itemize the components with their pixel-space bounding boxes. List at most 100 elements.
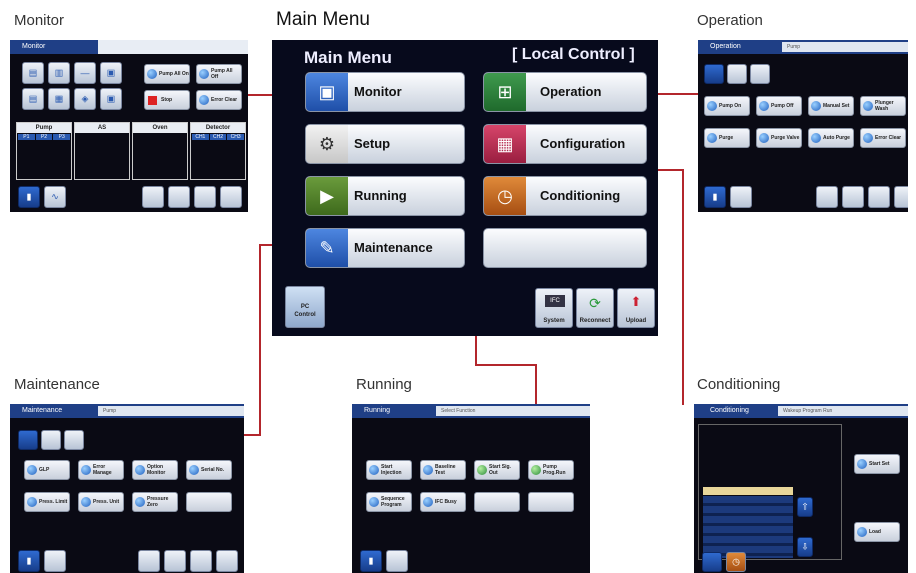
cond-clock-button[interactable]: ◷ xyxy=(726,552,746,572)
menu-button[interactable]: ▮ xyxy=(18,186,40,208)
running-button[interactable]: ▶ Running xyxy=(305,176,465,216)
mt-menu-button[interactable]: ▮ xyxy=(18,550,40,572)
error-clear-button[interactable]: Error Clear xyxy=(196,90,242,110)
baseline-test-button[interactable]: Baseline Test xyxy=(420,460,466,480)
op-device-1[interactable] xyxy=(704,64,724,84)
pump-tab-p3[interactable]: P3 xyxy=(53,134,71,140)
op-device-2[interactable] xyxy=(727,64,747,84)
press-limit-button[interactable]: Press. Limit xyxy=(24,492,70,512)
start-sig-out-button[interactable]: Start Sig. Out xyxy=(474,460,520,480)
conditioning-button[interactable]: ◷ Conditioning xyxy=(483,176,647,216)
pump-on-button[interactable]: Pump On xyxy=(704,96,750,116)
start-injection-button[interactable]: Start Injection xyxy=(366,460,412,480)
maintenance-tab-pump[interactable]: Pump xyxy=(98,406,244,416)
mt-empty-button[interactable] xyxy=(186,492,232,512)
monitor-icon-2[interactable]: ▥ xyxy=(48,62,70,84)
conditioning-title-bar: Conditioning Wakeup Program Run xyxy=(694,404,908,418)
mt-bottom-1[interactable] xyxy=(138,550,160,572)
pump-prog-run-button[interactable]: Pump Prog.Run xyxy=(528,460,574,480)
run-menu-button[interactable]: ▮ xyxy=(360,550,382,572)
pump-tab-p2[interactable]: P2 xyxy=(35,134,53,140)
glp-button[interactable]: GLP xyxy=(24,460,70,480)
monitor-icon-1[interactable]: ▤ xyxy=(22,62,44,84)
pump-off-button[interactable]: Pump Off xyxy=(756,96,802,116)
start-sig-out-icon xyxy=(477,465,487,475)
op-shortcut-1[interactable] xyxy=(142,186,164,208)
configuration-button[interactable]: ▦ Configuration xyxy=(483,124,647,164)
setup-button[interactable]: ⚙ Setup xyxy=(305,124,465,164)
op-error-clear-button[interactable]: Error Clear xyxy=(860,128,906,148)
upload-button[interactable]: ⬆ Upload xyxy=(617,288,655,328)
empty-button[interactable] xyxy=(483,228,647,268)
cond-menu-button[interactable] xyxy=(702,552,722,572)
sequence-program-button[interactable]: Sequence Program xyxy=(366,492,412,512)
op-menu-button[interactable]: ▮ xyxy=(704,186,726,208)
mt-graph-button[interactable] xyxy=(44,550,66,572)
connector-maintenance-v xyxy=(259,244,261,436)
mt-device-2[interactable] xyxy=(41,430,61,450)
instrument-icon-2: ▤ xyxy=(28,93,38,104)
op-shortcut-4[interactable] xyxy=(220,186,242,208)
op-shortcut-2[interactable] xyxy=(168,186,190,208)
detector-tab-ch1[interactable]: CH1 xyxy=(192,134,209,140)
reconnect-button[interactable]: ⟳ Reconnect xyxy=(576,288,614,328)
mt-device-3[interactable] xyxy=(64,430,84,450)
mt-bottom-2[interactable] xyxy=(164,550,186,572)
detector-tab-ch3[interactable]: CH3 xyxy=(227,134,245,140)
mt-device-1[interactable] xyxy=(18,430,38,450)
mt-bottom-3[interactable] xyxy=(190,550,212,572)
monitor-icon-6[interactable]: ▦ xyxy=(48,88,70,110)
op-device-3[interactable] xyxy=(750,64,770,84)
run-graph-button[interactable] xyxy=(386,550,408,572)
maintenance-button[interactable]: ✎ Maintenance xyxy=(305,228,465,268)
op-bottom-2[interactable] xyxy=(842,186,864,208)
operation-button[interactable]: ⊞ Operation xyxy=(483,72,647,112)
auto-purge-button[interactable]: Auto Purge xyxy=(808,128,854,148)
running-tab-select-function[interactable]: Select Function xyxy=(436,406,590,416)
manual-set-button[interactable]: Manual Set xyxy=(808,96,854,116)
monitor-icon-3[interactable]: — xyxy=(74,62,96,84)
detector-tab-ch2[interactable]: CH2 xyxy=(209,134,227,140)
error-manage-button[interactable]: Error Manage xyxy=(78,460,124,480)
run-empty-button-2[interactable] xyxy=(528,492,574,512)
scroll-up-button[interactable]: ⇧ xyxy=(797,497,813,517)
purge-valve-button[interactable]: Purge Valve xyxy=(756,128,802,148)
monitor-icon-7[interactable]: ◈ xyxy=(74,88,96,110)
serial-no-button[interactable]: Serial No. xyxy=(186,460,232,480)
monitor-button[interactable]: ▣ Monitor xyxy=(305,72,465,112)
op-bottom-1[interactable] xyxy=(816,186,838,208)
run-empty-button-1[interactable] xyxy=(474,492,520,512)
operation-button-label: Operation xyxy=(540,84,602,99)
option-monitor-button[interactable]: Option Monitor xyxy=(132,460,178,480)
monitor-icon-4[interactable]: ▣ xyxy=(100,62,122,84)
arrow-down-icon: ⇩ xyxy=(801,541,809,552)
pump-status-box: Pump P1 P2 P3 xyxy=(16,122,72,180)
operation-screen: Operation Pump Pump On Pump Off Manual S… xyxy=(698,40,908,212)
plunger-wash-button[interactable]: Plunger Wash xyxy=(860,96,906,116)
graph-button[interactable]: ∿ xyxy=(44,186,66,208)
manual-set-label: Manual Set xyxy=(823,103,850,109)
system-button[interactable]: IFC System xyxy=(535,288,573,328)
conditioning-tab[interactable]: Wakeup Program Run xyxy=(778,406,908,416)
start-set-button[interactable]: Start Set xyxy=(854,454,900,474)
stop-button[interactable]: Stop xyxy=(144,90,190,110)
ifc-busy-button[interactable]: IFC Busy xyxy=(420,492,466,512)
caption-running: Running xyxy=(356,376,412,393)
op-shortcut-3[interactable] xyxy=(194,186,216,208)
op-bottom-3[interactable] xyxy=(868,186,890,208)
operation-tab-pump[interactable]: Pump xyxy=(782,42,908,52)
pump-all-on-button[interactable]: Pump All On xyxy=(144,64,190,84)
monitor-icon-8[interactable]: ▣ xyxy=(100,88,122,110)
op-bottom-4[interactable] xyxy=(894,186,908,208)
pump-all-off-button[interactable]: Pump All Off xyxy=(196,64,242,84)
mt-bottom-4[interactable] xyxy=(216,550,238,572)
pressure-zero-button[interactable]: Pressure Zero xyxy=(132,492,178,512)
load-button[interactable]: Load xyxy=(854,522,900,542)
scroll-down-button[interactable]: ⇩ xyxy=(797,537,813,557)
purge-button[interactable]: Purge xyxy=(704,128,750,148)
press-unit-button[interactable]: Press. Unit xyxy=(78,492,124,512)
monitor-icon-5[interactable]: ▤ xyxy=(22,88,44,110)
op-graph-button[interactable] xyxy=(730,186,752,208)
pc-control-button[interactable]: PC Control xyxy=(285,286,325,328)
pump-tab-p1[interactable]: P1 xyxy=(18,134,35,140)
